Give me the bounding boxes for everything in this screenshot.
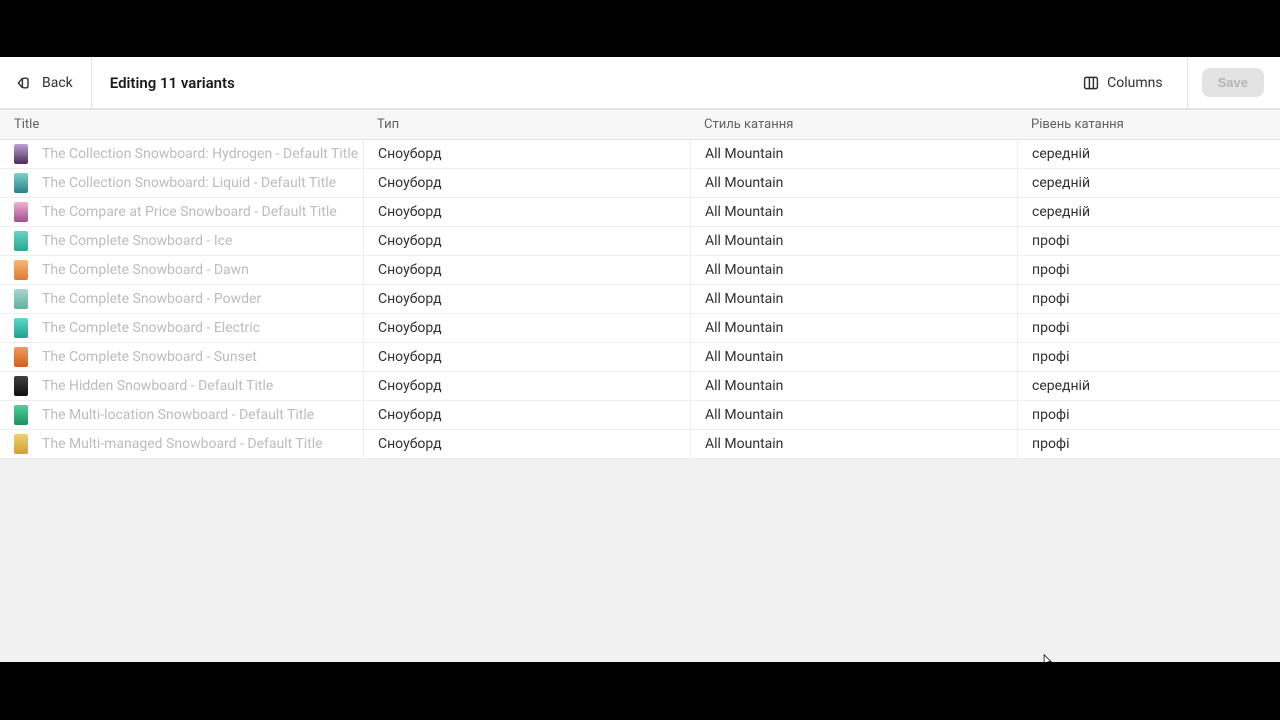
cell-style[interactable]: All Mountain xyxy=(690,401,1017,429)
cell-style[interactable]: All Mountain xyxy=(690,198,1017,226)
table-row[interactable]: The Complete Snowboard - Ice СноубордAll … xyxy=(0,227,1280,256)
cell-type[interactable]: Сноуборд xyxy=(363,372,690,400)
cell-level[interactable]: профі xyxy=(1017,343,1280,371)
cell-level[interactable]: профі xyxy=(1017,401,1280,429)
product-thumbnail xyxy=(14,434,28,454)
title-text: The Complete Snowboard - Sunset xyxy=(42,349,257,365)
back-label: Back xyxy=(42,75,73,91)
table-row[interactable]: The Multi-managed Snowboard - Default Ti… xyxy=(0,430,1280,459)
title-text: The Complete Snowboard - Powder xyxy=(42,291,261,307)
title-text: The Complete Snowboard - Dawn xyxy=(42,262,249,278)
table-row[interactable]: The Complete Snowboard - Sunset СноубордA… xyxy=(0,343,1280,372)
columns-button[interactable]: Columns xyxy=(1073,69,1172,97)
table-row[interactable]: The Complete Snowboard - Dawn СноубордAll… xyxy=(0,256,1280,285)
cell-style[interactable]: All Mountain xyxy=(690,256,1017,284)
product-thumbnail xyxy=(14,144,28,164)
table-header-row: Title Тип Стиль катання Рівень катання xyxy=(0,110,1280,140)
cell-style[interactable]: All Mountain xyxy=(690,227,1017,255)
save-button[interactable]: Save xyxy=(1202,68,1264,97)
table-row[interactable]: The Multi-location Snowboard - Default T… xyxy=(0,401,1280,430)
cell-type[interactable]: Сноуборд xyxy=(363,169,690,197)
title-text: The Collection Snowboard: Hydrogen - Def… xyxy=(42,146,358,162)
divider xyxy=(1187,57,1188,109)
cell-style[interactable]: All Mountain xyxy=(690,372,1017,400)
cell-level[interactable]: профі xyxy=(1017,285,1280,313)
page-title: Editing 11 variants xyxy=(110,74,235,92)
cell-type[interactable]: Сноуборд xyxy=(363,430,690,458)
cell-type[interactable]: Сноуборд xyxy=(363,343,690,371)
cell-title: The Collection Snowboard: Hydrogen - Def… xyxy=(0,144,363,164)
table-row[interactable]: The Complete Snowboard - Electric Сноубор… xyxy=(0,314,1280,343)
cell-title: The Collection Snowboard: Liquid - Defau… xyxy=(0,173,363,193)
top-bar: Back Editing 11 variants Columns Save xyxy=(0,57,1280,109)
cell-title: The Complete Snowboard - Ice xyxy=(0,231,363,251)
cell-title: The Complete Snowboard - Electric xyxy=(0,318,363,338)
cell-type[interactable]: Сноуборд xyxy=(363,285,690,313)
cell-type[interactable]: Сноуборд xyxy=(363,198,690,226)
title-text: The Multi-managed Snowboard - Default Ti… xyxy=(42,436,323,452)
title-text: The Collection Snowboard: Liquid - Defau… xyxy=(42,175,336,191)
cell-level[interactable]: середній xyxy=(1017,169,1280,197)
cell-type[interactable]: Сноуборд xyxy=(363,140,690,168)
table-row[interactable]: The Hidden Snowboard - Default Title Сноу… xyxy=(0,372,1280,401)
cell-title: The Complete Snowboard - Sunset xyxy=(0,347,363,367)
cell-level[interactable]: середній xyxy=(1017,140,1280,168)
cell-title: The Hidden Snowboard - Default Title xyxy=(0,376,363,396)
table-row[interactable]: The Complete Snowboard - Powder СноубордA… xyxy=(0,285,1280,314)
cell-level[interactable]: профі xyxy=(1017,314,1280,342)
cell-title: The Multi-location Snowboard - Default T… xyxy=(0,405,363,425)
product-thumbnail xyxy=(14,376,28,396)
cell-type[interactable]: Сноуборд xyxy=(363,314,690,342)
variants-table: Title Тип Стиль катання Рівень катання T… xyxy=(0,109,1280,459)
title-text: The Complete Snowboard - Electric xyxy=(42,320,260,336)
cell-title: The Complete Snowboard - Dawn xyxy=(0,260,363,280)
cell-title: The Compare at Price Snowboard - Default… xyxy=(0,202,363,222)
product-thumbnail xyxy=(14,260,28,280)
cell-style[interactable]: All Mountain xyxy=(690,343,1017,371)
app-frame: Back Editing 11 variants Columns Save Ti… xyxy=(0,57,1280,662)
back-icon xyxy=(16,75,32,91)
cell-type[interactable]: Сноуборд xyxy=(363,401,690,429)
cell-style[interactable]: All Mountain xyxy=(690,169,1017,197)
product-thumbnail xyxy=(14,318,28,338)
product-thumbnail xyxy=(14,347,28,367)
column-header-type[interactable]: Тип xyxy=(363,117,690,132)
cell-title: The Complete Snowboard - Powder xyxy=(0,289,363,309)
cell-level[interactable]: профі xyxy=(1017,430,1280,458)
cell-level[interactable]: профі xyxy=(1017,227,1280,255)
title-text: The Hidden Snowboard - Default Title xyxy=(42,378,273,394)
table-row[interactable]: The Collection Snowboard: Liquid - Defau… xyxy=(0,169,1280,198)
cell-type[interactable]: Сноуборд xyxy=(363,256,690,284)
cell-style[interactable]: All Mountain xyxy=(690,430,1017,458)
title-text: The Complete Snowboard - Ice xyxy=(42,233,232,249)
cell-level[interactable]: профі xyxy=(1017,256,1280,284)
cell-type[interactable]: Сноуборд xyxy=(363,227,690,255)
column-header-title[interactable]: Title xyxy=(0,117,363,132)
table-row[interactable]: The Collection Snowboard: Hydrogen - Def… xyxy=(0,140,1280,169)
title-text: The Multi-location Snowboard - Default T… xyxy=(42,407,314,423)
column-header-style[interactable]: Стиль катання xyxy=(690,117,1017,132)
title-text: The Compare at Price Snowboard - Default… xyxy=(42,204,337,220)
product-thumbnail xyxy=(14,289,28,309)
cell-style[interactable]: All Mountain xyxy=(690,140,1017,168)
cell-level[interactable]: середній xyxy=(1017,198,1280,226)
column-header-level[interactable]: Рівень катання xyxy=(1017,117,1280,132)
cell-style[interactable]: All Mountain xyxy=(690,285,1017,313)
product-thumbnail xyxy=(14,173,28,193)
cell-level[interactable]: середній xyxy=(1017,372,1280,400)
product-thumbnail xyxy=(14,231,28,251)
product-thumbnail xyxy=(14,202,28,222)
cell-style[interactable]: All Mountain xyxy=(690,314,1017,342)
back-button[interactable]: Back xyxy=(16,75,91,91)
columns-label: Columns xyxy=(1107,75,1162,91)
divider xyxy=(91,57,92,109)
columns-icon xyxy=(1083,75,1099,91)
cell-title: The Multi-managed Snowboard - Default Ti… xyxy=(0,434,363,454)
table-row[interactable]: The Compare at Price Snowboard - Default… xyxy=(0,198,1280,227)
product-thumbnail xyxy=(14,405,28,425)
